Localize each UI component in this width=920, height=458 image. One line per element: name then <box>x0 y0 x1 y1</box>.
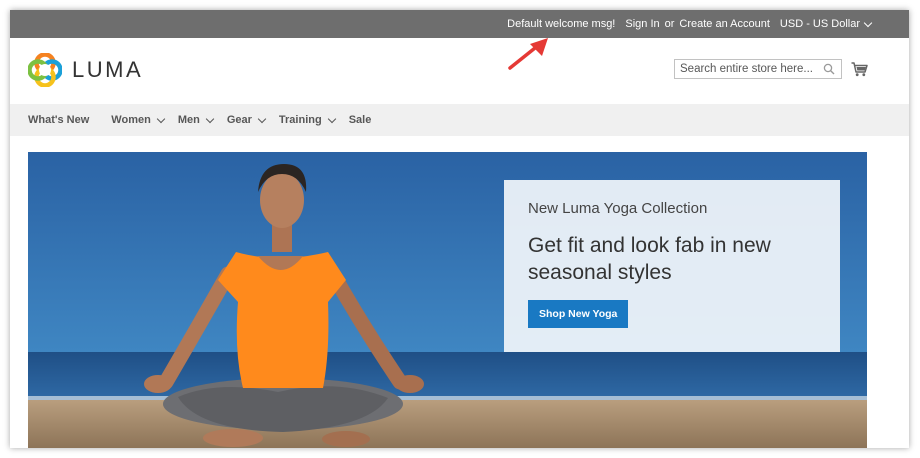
chevron-down-icon <box>257 114 267 123</box>
search-icon[interactable] <box>823 63 835 75</box>
currency-label: USD - US Dollar <box>779 18 860 30</box>
or-text: or <box>664 18 675 30</box>
header: LUMA <box>10 38 909 104</box>
currency-switcher[interactable]: USD - US Dollar <box>779 18 873 30</box>
nav-item-women[interactable]: Women <box>111 114 166 126</box>
promo-subtitle: New Luma Yoga Collection <box>528 200 708 217</box>
top-bar: Default welcome msg! Sign In or Create a… <box>10 10 909 38</box>
sign-in-link[interactable]: Sign In <box>625 18 659 30</box>
nav-item-label: Women <box>111 114 151 126</box>
browser-page: Default welcome msg! Sign In or Create a… <box>10 10 909 448</box>
top-bar-links: Default welcome msg! Sign In or Create a… <box>507 10 873 38</box>
annotation-arrow-icon <box>508 38 548 70</box>
nav-item-men[interactable]: Men <box>177 114 215 126</box>
hero-banner[interactable]: New Luma Yoga Collection Get fit and loo… <box>28 152 867 448</box>
create-account-link[interactable]: Create an Account <box>679 18 770 30</box>
cart-icon[interactable] <box>851 62 868 77</box>
promo-panel: New Luma Yoga Collection Get fit and loo… <box>504 180 840 352</box>
nav-item-whats-new[interactable]: What's New <box>28 114 89 126</box>
logo-text: LUMA <box>72 57 144 82</box>
chevron-down-icon <box>156 114 166 123</box>
chevron-down-icon <box>327 114 336 123</box>
chevron-down-icon <box>205 114 215 123</box>
nav-item-sale[interactable]: Sale <box>349 114 372 126</box>
welcome-message: Default welcome msg! <box>507 18 616 30</box>
nav-item-gear[interactable]: Gear <box>226 114 267 126</box>
nav-item-label: Training <box>278 114 322 126</box>
nav-item-label: Sale <box>348 114 372 126</box>
nav-item-training[interactable]: Training <box>278 114 336 126</box>
nav-item-label: Gear <box>226 114 252 126</box>
main-navigation: What's New Women Men Gear Training Sale <box>10 104 909 136</box>
nav-item-label: What's New <box>28 114 90 126</box>
shop-new-yoga-button[interactable]: Shop New Yoga <box>528 300 629 328</box>
chevron-down-icon <box>863 18 873 27</box>
nav-item-label: Men <box>177 114 200 126</box>
luma-logo-icon <box>28 53 62 87</box>
search-input[interactable] <box>675 60 820 78</box>
promo-title: Get fit and look fab in new seasonal sty… <box>528 234 771 284</box>
search-box <box>674 59 842 79</box>
logo[interactable]: LUMA <box>28 53 143 87</box>
